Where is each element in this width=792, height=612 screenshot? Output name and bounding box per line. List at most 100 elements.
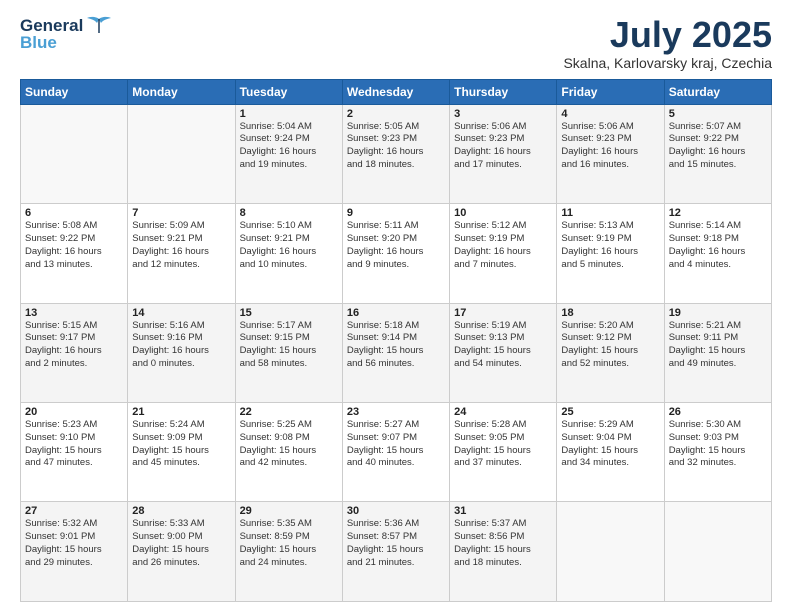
sunrise-text: Sunrise: 5:06 AM (454, 121, 526, 132)
day-info: Sunrise: 5:07 AMSunset: 9:22 PMDaylight:… (669, 121, 767, 172)
sunset-text: Sunset: 9:14 PM (347, 332, 417, 343)
day-info: Sunrise: 5:28 AMSunset: 9:05 PMDaylight:… (454, 419, 552, 470)
daylight-text: Daylight: 15 hours and 56 minutes. (347, 345, 424, 369)
sunset-text: Sunset: 9:23 PM (454, 133, 524, 144)
day-number: 1 (240, 108, 338, 120)
day-info: Sunrise: 5:24 AMSunset: 9:09 PMDaylight:… (132, 419, 230, 470)
table-row: 27Sunrise: 5:32 AMSunset: 9:01 PMDayligh… (21, 502, 128, 602)
calendar-week-4: 20Sunrise: 5:23 AMSunset: 9:10 PMDayligh… (21, 403, 772, 502)
daylight-text: Daylight: 16 hours and 5 minutes. (561, 246, 638, 270)
calendar-week-1: 1Sunrise: 5:04 AMSunset: 9:24 PM Daylight… (21, 104, 772, 203)
logo: General Blue (20, 15, 113, 53)
daylight-text: Daylight: 16 hours and 0 minutes. (132, 345, 209, 369)
location: Skalna, Karlovarsky kraj, Czechia (563, 55, 772, 71)
day-number: 9 (347, 207, 445, 219)
day-number: 5 (669, 108, 767, 120)
title-block: July 2025 Skalna, Karlovarsky kraj, Czec… (563, 15, 772, 71)
day-info: Sunrise: 5:14 AMSunset: 9:18 PMDaylight:… (669, 220, 767, 271)
header: General Blue July 2025 Skalna, Karlovars… (20, 15, 772, 71)
sunrise-text: Sunrise: 5:04 AM (240, 121, 312, 132)
sunrise-text: Sunrise: 5:30 AM (669, 419, 741, 430)
sunrise-text: Sunrise: 5:15 AM (25, 320, 97, 331)
day-info: Sunrise: 5:37 AMSunset: 8:56 PMDaylight:… (454, 518, 552, 569)
day-number: 13 (25, 307, 123, 319)
day-info: Sunrise: 5:30 AMSunset: 9:03 PMDaylight:… (669, 419, 767, 470)
page: General Blue July 2025 Skalna, Karlovars… (0, 0, 792, 612)
daylight-text: Daylight: 15 hours and 58 minutes. (240, 345, 317, 369)
sunset-text: Sunset: 9:13 PM (454, 332, 524, 343)
day-info: Sunrise: 5:19 AMSunset: 9:13 PMDaylight:… (454, 320, 552, 371)
sunrise-text: Sunrise: 5:35 AM (240, 518, 312, 529)
day-info: Sunrise: 5:06 AMSunset: 9:23 PMDaylight:… (561, 121, 659, 172)
table-row (21, 104, 128, 203)
col-friday: Friday (557, 79, 664, 104)
day-info: Sunrise: 5:13 AMSunset: 9:19 PMDaylight:… (561, 220, 659, 271)
sunset-text: Sunset: 9:17 PM (25, 332, 95, 343)
sunset-text: Sunset: 9:09 PM (132, 432, 202, 443)
daylight-text: Daylight: 16 hours and 12 minutes. (132, 246, 209, 270)
day-number: 20 (25, 406, 123, 418)
day-info: Sunrise: 5:21 AMSunset: 9:11 PMDaylight:… (669, 320, 767, 371)
sunset-text: Sunset: 9:08 PM (240, 432, 310, 443)
col-sunday: Sunday (21, 79, 128, 104)
sunset-text: Sunset: 9:01 PM (25, 531, 95, 542)
day-info: Sunrise: 5:36 AMSunset: 8:57 PMDaylight:… (347, 518, 445, 569)
sunrise-text: Sunrise: 5:32 AM (25, 518, 97, 529)
day-info: Sunrise: 5:25 AMSunset: 9:08 PMDaylight:… (240, 419, 338, 470)
table-row: 5Sunrise: 5:07 AMSunset: 9:22 PMDaylight… (664, 104, 771, 203)
sunset-text: Sunset: 9:07 PM (347, 432, 417, 443)
col-thursday: Thursday (450, 79, 557, 104)
day-number: 25 (561, 406, 659, 418)
daylight-text: Daylight: 15 hours and 26 minutes. (132, 544, 209, 568)
table-row: 12Sunrise: 5:14 AMSunset: 9:18 PMDayligh… (664, 204, 771, 303)
day-number: 16 (347, 307, 445, 319)
table-row: 6Sunrise: 5:08 AMSunset: 9:22 PMDaylight… (21, 204, 128, 303)
sunset-text: Sunset: 9:18 PM (669, 233, 739, 244)
sunrise-text: Sunrise: 5:27 AM (347, 419, 419, 430)
day-number: 2 (347, 108, 445, 120)
daylight-text: Daylight: 15 hours and 42 minutes. (240, 445, 317, 469)
table-row: 29Sunrise: 5:35 AMSunset: 8:59 PMDayligh… (235, 502, 342, 602)
day-number: 8 (240, 207, 338, 219)
sunrise-text: Sunrise: 5:33 AM (132, 518, 204, 529)
day-number: 19 (669, 307, 767, 319)
sunrise-text: Sunrise: 5:36 AM (347, 518, 419, 529)
daylight-text: Daylight: 16 hours and 16 minutes. (561, 146, 638, 170)
table-row: 2Sunrise: 5:05 AMSunset: 9:23 PMDaylight… (342, 104, 449, 203)
day-number: 28 (132, 505, 230, 517)
sunrise-text: Sunrise: 5:08 AM (25, 220, 97, 231)
sunset-text: Sunset: 9:24 PM (240, 133, 310, 144)
daylight-text: Daylight: 15 hours and 47 minutes. (25, 445, 102, 469)
table-row: 30Sunrise: 5:36 AMSunset: 8:57 PMDayligh… (342, 502, 449, 602)
daylight-text: Daylight: 15 hours and 40 minutes. (347, 445, 424, 469)
sunset-text: Sunset: 9:23 PM (347, 133, 417, 144)
table-row: 14Sunrise: 5:16 AMSunset: 9:16 PMDayligh… (128, 303, 235, 402)
day-number: 24 (454, 406, 552, 418)
table-row: 16Sunrise: 5:18 AMSunset: 9:14 PM Dayligh… (342, 303, 449, 402)
sunset-text: Sunset: 8:56 PM (454, 531, 524, 542)
col-monday: Monday (128, 79, 235, 104)
logo-blue: Blue (20, 33, 57, 53)
day-info: Sunrise: 5:35 AMSunset: 8:59 PMDaylight:… (240, 518, 338, 569)
table-row: 15Sunrise: 5:17 AMSunset: 9:15 PMDayligh… (235, 303, 342, 402)
table-row (664, 502, 771, 602)
month-title: July 2025 (563, 15, 772, 55)
sunrise-text: Sunrise: 5:21 AM (669, 320, 741, 331)
sunset-text: Sunset: 8:57 PM (347, 531, 417, 542)
table-row: 26Sunrise: 5:30 AMSunset: 9:03 PMDayligh… (664, 403, 771, 502)
day-info: Sunrise: 5:10 AMSunset: 9:21 PMDaylight:… (240, 220, 338, 271)
day-number: 14 (132, 307, 230, 319)
sunrise-text: Sunrise: 5:18 AM (347, 320, 419, 331)
sunrise-text: Sunrise: 5:14 AM (669, 220, 741, 231)
day-number: 31 (454, 505, 552, 517)
sunrise-text: Sunrise: 5:09 AM (132, 220, 204, 231)
table-row: 13Sunrise: 5:15 AMSunset: 9:17 PMDayligh… (21, 303, 128, 402)
sunset-text: Sunset: 9:04 PM (561, 432, 631, 443)
daylight-text: Daylight: 15 hours and 49 minutes. (669, 345, 746, 369)
day-info: Sunrise: 5:08 AMSunset: 9:22 PMDaylight:… (25, 220, 123, 271)
daylight-text: Daylight: 15 hours and 18 minutes. (454, 544, 531, 568)
day-number: 30 (347, 505, 445, 517)
daylight-text: Daylight: 16 hours and 19 minutes. (240, 146, 317, 170)
sunset-text: Sunset: 9:21 PM (240, 233, 310, 244)
table-row: 4Sunrise: 5:06 AMSunset: 9:23 PMDaylight… (557, 104, 664, 203)
